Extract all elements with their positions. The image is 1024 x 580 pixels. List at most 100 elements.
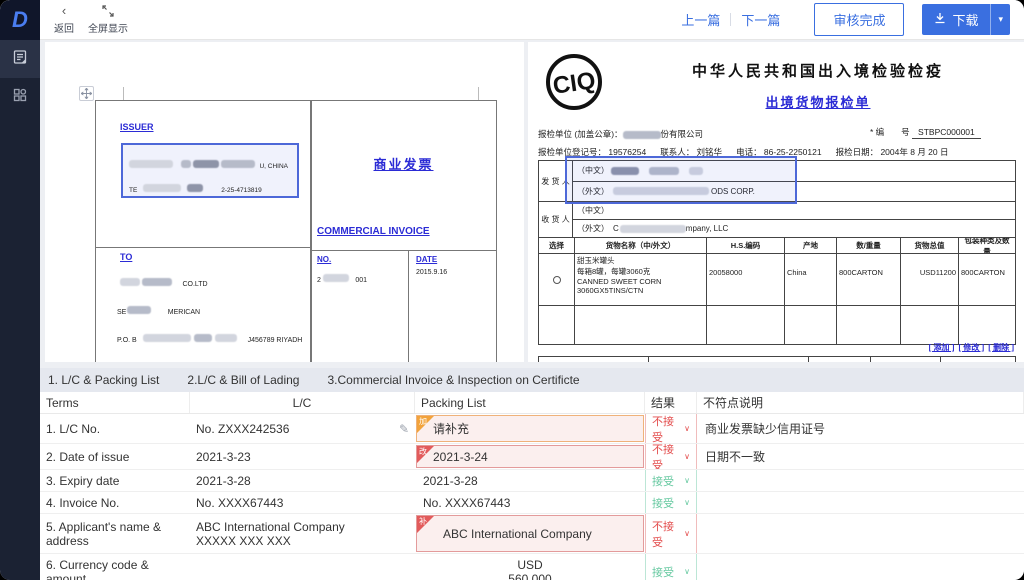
issuer-label: ISSUER — [120, 122, 154, 132]
comparison-col-header: Terms — [40, 392, 190, 413]
lc-cell: 2021-3-23 — [196, 449, 251, 464]
term-cell: 1. L/C No. — [46, 421, 101, 436]
top-toolbar: D ‹ 返回 全屏显示 上一篇 下一篇 审核完成 下载 ▾ — [0, 0, 1024, 40]
ciq-logo-icon: CIQ — [544, 52, 604, 117]
result-select[interactable]: 不接受 ∨ — [645, 444, 697, 469]
doc-action-link[interactable]: [ 删除 ] — [988, 342, 1014, 353]
select-chevron-icon: ∨ — [684, 498, 690, 507]
select-chevron-icon: ∨ — [684, 529, 690, 538]
applicant-label: 报检单位 (加盖公章)： — [538, 129, 623, 139]
to-line1: CO.LTD — [120, 273, 208, 291]
download-dropdown-button[interactable]: ▾ — [990, 4, 1010, 35]
select-chevron-icon: ∨ — [684, 476, 690, 485]
to-line3: P.O. B J456789 RIYADH — [117, 329, 302, 347]
result-select[interactable]: 接受 ∨ — [645, 554, 697, 580]
invoice-no-suffix: 001 — [355, 277, 368, 284]
to-label: TO — [120, 252, 133, 262]
tab-lc-packing-list[interactable]: 1. L/C & Packing List — [48, 373, 159, 387]
document-icon — [12, 49, 28, 70]
invoice-no-label: NO. — [317, 255, 332, 264]
review-complete-button[interactable]: 审核完成 — [814, 3, 905, 36]
table-row: 5. Applicant's name & address ABC Internat… — [40, 514, 1024, 554]
sidebar-item-apps[interactable] — [0, 78, 40, 116]
toolbar-actions: 上一篇 下一篇 审核完成 下载 ▾ — [681, 3, 1024, 36]
comparison-col-header: Packing List — [415, 392, 645, 413]
term-cell: 6. Currency code & amount — [46, 557, 149, 580]
serial-value: STBPC000001 — [912, 127, 981, 139]
to-line3-prefix: P.O. B — [117, 337, 137, 344]
result-value: 不接受 — [652, 444, 674, 469]
goods-empty-cell — [575, 306, 707, 344]
back-button[interactable]: ‹ 返回 — [54, 4, 74, 35]
fullscreen-label: 全屏显示 — [88, 23, 128, 35]
to-line3-suffix: J456789 RIYADH — [247, 337, 303, 344]
invoice-outer-frame — [95, 100, 497, 362]
goods-col-header: H.S.编码 — [707, 238, 785, 253]
left-sidebar — [0, 40, 40, 580]
tab-lc-bill-of-lading[interactable]: 2.L/C & Bill of Lading — [187, 373, 299, 387]
to-line2-prefix: SE — [117, 309, 127, 316]
edit-pencil-icon[interactable]: ✎ — [399, 422, 409, 436]
goods-origin-cell: China — [785, 254, 837, 305]
download-split-button: 下载 ▾ — [922, 4, 1010, 35]
to-line2: SE MERICAN — [117, 301, 200, 319]
invoice-left-divider — [95, 247, 311, 248]
packing-cell: No. XXXX67443 — [423, 495, 511, 510]
result-select[interactable]: 接受 ∨ — [645, 492, 697, 513]
result-value: 不接受 — [652, 520, 674, 549]
download-button[interactable]: 下载 — [922, 4, 991, 35]
goods-actions: [ 添加 ][ 修改 ] [ 删除 ] — [925, 342, 1014, 353]
select-chevron-icon: ∨ — [684, 452, 690, 461]
comparison-header-row: Terms L/C Packing List 结果 不符点说明 — [40, 392, 1024, 414]
inspection-preview-panel[interactable]: CIQ 中华人民共和国出入境检验检疫 出境货物报检单 报检单位 (加盖公章)： 份… — [528, 42, 1024, 362]
back-label: 返回 — [54, 23, 74, 35]
result-select[interactable]: 不接受 ∨ — [645, 414, 697, 443]
issuer-line1: U, CHINA — [129, 155, 288, 173]
result-select[interactable]: 不接受 ∨ — [645, 514, 697, 553]
radio-button[interactable] — [552, 275, 561, 284]
comparison-col-header: 不符点说明 — [697, 392, 1024, 413]
next-doc-link[interactable]: 下一篇 — [741, 10, 780, 29]
to-line2-suffix: MERICAN — [167, 309, 201, 316]
packing-cell: 补 ABC International Company — [415, 514, 645, 553]
goods-table: 选择 货物名称（中/外文） H.S.编码 产地 数/重量 货物总值 包装种类及数量 甜玉米罐… — [538, 238, 1016, 345]
goods-select-cell — [539, 254, 575, 305]
consignee-cn-row: （中文） — [573, 202, 1015, 220]
flagged-value-box: 补 ABC International Company — [416, 515, 644, 552]
prev-doc-link[interactable]: 上一篇 — [681, 10, 720, 29]
result-cell: 接受 ∨ — [645, 554, 697, 580]
term-cell: 5. Applicant's name & address — [46, 519, 162, 548]
sidebar-item-documents[interactable] — [0, 40, 40, 78]
invoice-preview-panel[interactable]: ISSUER U, CHINA TE 2-25-4713819 TO CO.LT… — [45, 42, 524, 362]
goods-quantity-cell: 800CARTON — [837, 254, 901, 305]
table-row: 1. L/C No. No. ZXXX242536 ✎ 加请补充 不接受 ∨ 商业发票缺少信… — [40, 414, 1024, 444]
issuer-phone: 2-25-4713819 — [221, 187, 262, 194]
goods-col-header: 包装种类及数量 — [964, 238, 1010, 253]
goods-packages-cell: 800CARTON — [961, 268, 1005, 277]
doc-action-link[interactable]: [ 添加 ] — [929, 342, 955, 353]
result-select[interactable]: 接受 ∨ — [645, 470, 697, 491]
packing-cell: 2021-3-28 — [423, 473, 478, 488]
goods-value-cell: USD11200 — [901, 254, 959, 305]
doc-action-link[interactable]: [ 修改 ] — [958, 342, 984, 353]
tab-invoice-inspection[interactable]: 3.Commercial Invoice & Inspection on Cer… — [327, 373, 579, 387]
result-cell: 接受 ∨ — [645, 492, 697, 513]
goods-col-header: 产地 — [785, 238, 837, 253]
move-handle[interactable] — [79, 86, 94, 101]
inspection-subtitle: 出境货物报检单 — [765, 95, 871, 110]
issuer-highlight-box: U, CHINA TE 2-25-4713819 — [121, 143, 299, 198]
note-cell — [697, 554, 1024, 580]
inspection-title: 中华人民共和国出入境检验检疫 — [691, 63, 944, 80]
goods-col-header: 货物名称（中/外文） — [575, 238, 707, 253]
goods-col-header: 数/重量 — [837, 238, 901, 253]
flagged-value-box: 改 2021-3-24 — [416, 445, 644, 468]
result-cell: 不接受 ∨ — [645, 414, 697, 443]
packing-cell: 加请补充 — [415, 414, 645, 443]
transport-row-cutoff — [538, 356, 1016, 362]
goods-header-row: 选择 货物名称（中/外文） H.S.编码 产地 数/重量 货物总值 包装种类及数量 — [539, 238, 1015, 254]
goods-empty-row — [539, 306, 1015, 344]
goods-col-header: 选择 — [539, 238, 575, 253]
fullscreen-button[interactable]: 全屏显示 — [88, 4, 128, 35]
app-logo[interactable]: D — [0, 0, 40, 40]
comparison-table: Terms L/C Packing List 结果 不符点说明 1. L/C No. No… — [40, 392, 1024, 580]
